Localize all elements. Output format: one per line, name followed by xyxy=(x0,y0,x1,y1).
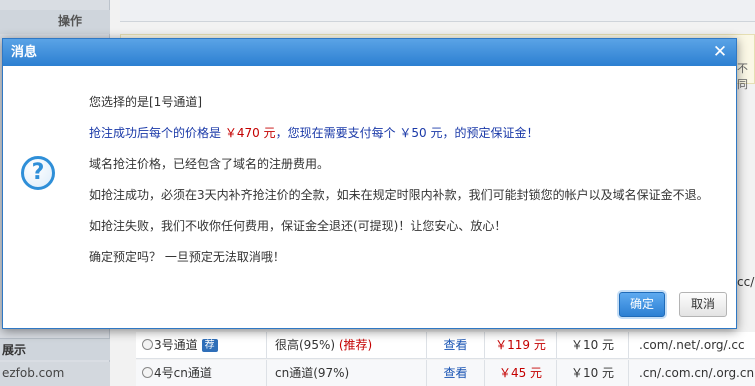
price-cell: ￥45 元 xyxy=(484,360,556,386)
confirm-question-text: 确定预定吗？ 一旦预定无法取消哦！ xyxy=(89,250,285,264)
price-amount: ￥470 元 xyxy=(224,126,276,140)
recommend-tag: 荐 xyxy=(201,339,218,352)
price-notice-text: 抢注成功后每个的价格是 ￥470 元，您现在需要支付每个 ￥50 元，的预定保证… xyxy=(89,124,538,141)
failure-terms-text: 如抢注失败，我们不收你任何费用，保证金全退还(可提现)！让您安心、放心！ xyxy=(89,219,507,233)
message-dialog: 消息 ✕ ? 您选择的是[1号通道] 抢注成功后每个的价格是 ￥470 元，您现… xyxy=(2,38,737,329)
recommend-label: (推荐) xyxy=(338,338,373,352)
sidebar-site-label: ezfob.com xyxy=(0,362,110,386)
deposit-notice: ，您现在需要支付每个 ￥50 元，的预定保证金！ xyxy=(275,126,539,140)
channel-option[interactable]: 4号cn通道 xyxy=(136,360,266,386)
view-link[interactable]: 查看 xyxy=(426,360,484,386)
channel-radio[interactable] xyxy=(142,367,153,378)
dialog-title: 消息 xyxy=(11,45,38,60)
table-row: 4号cn通道 cn通道(97%) 查看 ￥45 元 ￥10 元 .cn/.com… xyxy=(136,360,755,386)
channel-option[interactable]: 3号通道荐 xyxy=(136,332,266,358)
price-includes-text: 域名抢注价格，已经包含了域名的注册费用。 xyxy=(89,157,330,171)
section-header xyxy=(120,0,755,22)
price-notice-prefix: 抢注成功后每个的价格是 xyxy=(89,126,225,140)
cancel-button[interactable]: 取消 xyxy=(679,292,727,317)
channel-name: 4号cn通道 xyxy=(154,366,212,380)
table-row: 3号通道荐 很高(95%) (推荐) 查看 ￥119 元 ￥10 元 .com/… xyxy=(136,332,755,359)
selected-channel-text: 您选择的是[1号通道] xyxy=(89,95,202,109)
sidebar-operation-header: 操作 xyxy=(0,10,110,34)
suffix-cell: .cn/.com.cn/.org.cn xyxy=(628,360,755,386)
question-icon: ? xyxy=(21,156,55,190)
fee-cell: ￥10 元 xyxy=(556,360,628,386)
success-rate-cell: cn通道(97%) xyxy=(266,360,426,386)
success-rate: cn通道(97%) xyxy=(275,366,350,380)
channel-radio[interactable] xyxy=(142,339,153,350)
close-icon[interactable]: ✕ xyxy=(710,42,730,62)
success-rate-cell: 很高(95%) (推荐) xyxy=(266,332,426,358)
channel-name: 3号通道 xyxy=(154,338,198,352)
dialog-titlebar[interactable]: 消息 ✕ xyxy=(3,39,736,66)
success-rate: 很高(95%) xyxy=(275,338,336,352)
success-terms-text: 如抢注成功，必须在3天内补齐抢注价的全款，如未在规定时限内补款，我们可能封锁您的… xyxy=(89,188,709,202)
price-cell: ￥119 元 xyxy=(484,332,556,358)
table-edge-text: cc/ xyxy=(737,275,755,289)
confirm-button[interactable]: 确定 xyxy=(619,292,665,317)
fee-cell: ￥10 元 xyxy=(556,332,628,358)
sidebar-item-display[interactable]: 展示 xyxy=(0,338,110,360)
notice-edge-text: 不同 xyxy=(737,62,748,91)
suffix-cell: .com/.net/.org/.cc xyxy=(628,332,755,358)
view-link[interactable]: 查看 xyxy=(426,332,484,358)
